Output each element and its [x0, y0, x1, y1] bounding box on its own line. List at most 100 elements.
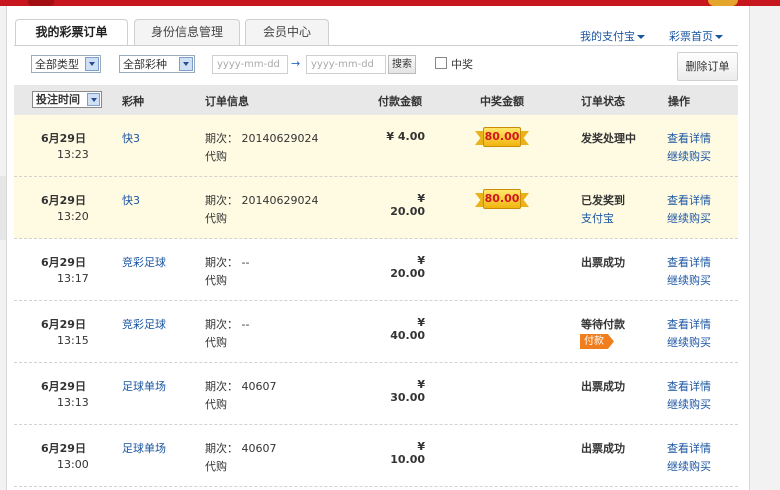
- dropdown-arrow-icon: [87, 93, 100, 106]
- order-time: 13:15: [57, 334, 89, 347]
- order-time: 13:13: [57, 396, 89, 409]
- order-issue: 期次： 40607: [205, 380, 277, 393]
- order-status: 出票成功: [581, 256, 625, 269]
- lottery-type-link[interactable]: 足球单场: [122, 378, 166, 394]
- date-range-arrow: →: [291, 57, 301, 70]
- lottery-home-label: 彩票首页: [669, 30, 713, 43]
- lottery-type-link[interactable]: 竞彩足球: [122, 316, 166, 332]
- order-date: 6月29日: [41, 256, 86, 269]
- win-only-label: 中奖: [451, 58, 473, 71]
- order-date: 6月29日: [41, 318, 86, 331]
- payment-amount: ¥ 20.00: [390, 192, 425, 218]
- delete-order-button[interactable]: 删除订单: [677, 52, 738, 81]
- lottery-type-link[interactable]: 足球单场: [122, 440, 166, 456]
- status-alipay-link[interactable]: 支付宝: [581, 210, 614, 226]
- buy-again-link[interactable]: 继续购买: [667, 334, 711, 350]
- payment-amount: ¥ 10.00: [390, 440, 425, 466]
- order-status: 已发奖到: [581, 194, 625, 207]
- order-issue: 期次： 40607: [205, 442, 277, 455]
- date-from-input[interactable]: yyyy-mm-dd: [212, 55, 288, 74]
- order-time: 13:17: [57, 272, 89, 285]
- prize-badge: 80.00: [475, 127, 529, 149]
- payment-amount: ¥ 4.00: [386, 130, 425, 143]
- table-row: 6月29日 13:23 快3 期次： 20140629024 代购 ¥ 4.00 80.00…: [14, 115, 738, 177]
- order-mode: 代购: [205, 460, 227, 473]
- order-time: 13:00: [57, 458, 89, 471]
- buy-again-link[interactable]: 继续购买: [667, 396, 711, 412]
- order-status: 出票成功: [581, 442, 625, 455]
- payment-amount: ¥ 30.00: [390, 378, 425, 404]
- order-issue: 期次： --: [205, 256, 250, 269]
- lottery-type-link[interactable]: 竞彩足球: [122, 254, 166, 270]
- date-to-input[interactable]: yyyy-mm-dd: [306, 55, 386, 74]
- order-issue: 期次： --: [205, 318, 250, 331]
- header-amount: 付款金额: [378, 95, 422, 108]
- order-status: 发奖处理中: [581, 132, 636, 145]
- lottery-type-link[interactable]: 快3: [122, 130, 140, 146]
- payment-amount: ¥ 20.00: [390, 254, 425, 280]
- tab-member-center[interactable]: 会员中心: [245, 19, 329, 45]
- order-mode: 代购: [205, 212, 227, 225]
- alipay-menu-label: 我的支付宝: [580, 30, 635, 43]
- header-prize: 中奖金额: [480, 95, 524, 108]
- chevron-down-icon: [715, 35, 723, 39]
- lottery-select[interactable]: 全部彩种: [119, 55, 195, 73]
- buy-again-link[interactable]: 继续购买: [667, 272, 711, 288]
- view-details-link[interactable]: 查看详情: [667, 378, 711, 394]
- table-header: 彩种 订单信息 付款金额 中奖金额 订单状态 操作: [14, 85, 738, 115]
- order-issue: 期次： 20140629024: [205, 194, 319, 207]
- win-only-checkbox[interactable]: [435, 57, 447, 69]
- tab-divider: [14, 45, 738, 46]
- view-details-link[interactable]: 查看详情: [667, 440, 711, 456]
- page-gutter: [750, 6, 780, 490]
- type-select-value: 全部类型: [35, 58, 79, 71]
- prize-amount: 80.00: [483, 127, 521, 147]
- header-info: 订单信息: [205, 95, 249, 108]
- view-details-link[interactable]: 查看详情: [667, 130, 711, 146]
- order-issue: 期次： 20140629024: [205, 132, 319, 145]
- order-status: 等待付款: [581, 318, 625, 331]
- table-row: 6月29日 13:15 竞彩足球 期次： -- 代购 ¥ 40.00 等待付款付款 查看详情继…: [14, 301, 738, 363]
- table-row: 6月29日 13:17 竞彩足球 期次： -- 代购 ¥ 20.00 出票成功 查看详情继续购…: [14, 239, 738, 301]
- order-status: 出票成功: [581, 380, 625, 393]
- dropdown-arrow-icon: [85, 57, 99, 71]
- buy-again-link[interactable]: 继续购买: [667, 458, 711, 474]
- chevron-down-icon: [637, 35, 645, 39]
- view-details-link[interactable]: 查看详情: [667, 316, 711, 332]
- payment-amount: ¥ 40.00: [390, 316, 425, 342]
- type-select[interactable]: 全部类型: [31, 55, 101, 73]
- alipay-menu-link[interactable]: 我的支付宝: [580, 28, 645, 44]
- view-details-link[interactable]: 查看详情: [667, 254, 711, 270]
- tab-identity-info[interactable]: 身份信息管理: [134, 19, 240, 45]
- buy-again-link[interactable]: 继续购买: [667, 210, 711, 226]
- order-date: 6月29日: [41, 380, 86, 393]
- table-row: 6月29日 13:20 快3 期次： 20140629024 代购 ¥ 20.00 80.0…: [14, 177, 738, 239]
- search-button[interactable]: 搜索: [388, 55, 416, 74]
- pay-button[interactable]: 付款: [580, 334, 614, 349]
- order-date: 6月29日: [41, 194, 86, 207]
- prize-badge: 80.00: [475, 189, 529, 211]
- order-time: 13:23: [57, 148, 89, 161]
- order-time: 13:20: [57, 210, 89, 223]
- table-row: 6月29日 13:13 足球单场 期次： 40607 代购 ¥ 30.00 出票成功 查看详情…: [14, 363, 738, 425]
- order-mode: 代购: [205, 274, 227, 287]
- dropdown-arrow-icon: [179, 57, 193, 71]
- order-mode: 代购: [205, 398, 227, 411]
- table-row: 6月29日 13:00 足球单场 期次： 40607 代购 ¥ 10.00 出票成功 查看详情…: [14, 425, 738, 487]
- order-date: 6月29日: [41, 132, 86, 145]
- header-status: 订单状态: [581, 95, 625, 108]
- sort-by-time-label: 投注时间: [36, 93, 80, 106]
- view-details-link[interactable]: 查看详情: [667, 192, 711, 208]
- order-mode: 代购: [205, 150, 227, 163]
- lottery-home-link[interactable]: 彩票首页: [669, 28, 723, 44]
- order-date: 6月29日: [41, 442, 86, 455]
- header-action: 操作: [668, 95, 690, 108]
- tab-lottery-orders[interactable]: 我的彩票订单: [15, 19, 128, 46]
- sort-by-time-select[interactable]: 投注时间: [32, 91, 102, 108]
- header-type: 彩种: [122, 95, 144, 108]
- prize-amount: 80.00: [483, 189, 521, 209]
- lottery-select-value: 全部彩种: [123, 58, 167, 71]
- order-mode: 代购: [205, 336, 227, 349]
- buy-again-link[interactable]: 继续购买: [667, 148, 711, 164]
- lottery-type-link[interactable]: 快3: [122, 192, 140, 208]
